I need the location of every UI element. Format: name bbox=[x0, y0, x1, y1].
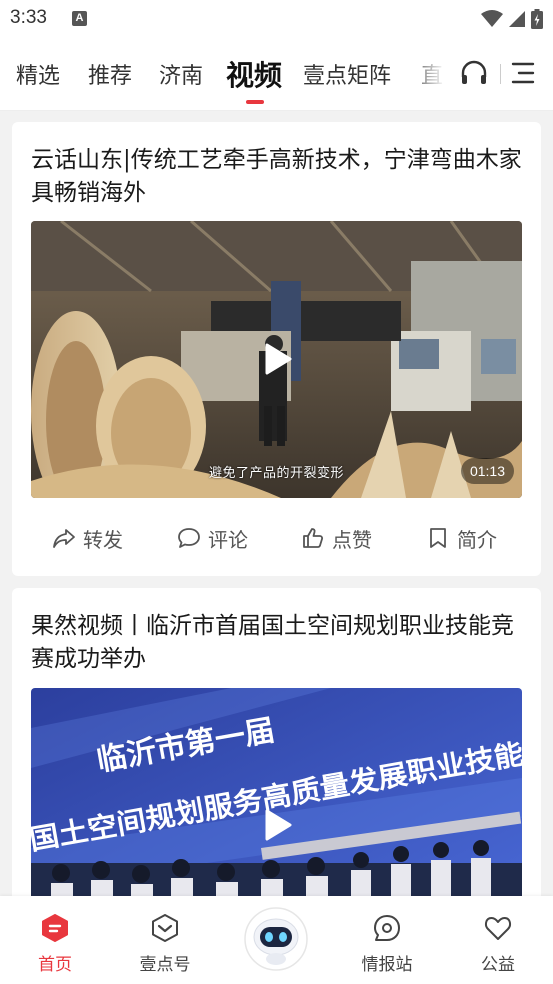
tab-yidian-juzhen[interactable]: 壹点矩阵 bbox=[303, 58, 391, 90]
thumbs-up-icon bbox=[303, 528, 324, 548]
play-icon[interactable] bbox=[260, 808, 294, 842]
video-title[interactable]: 云话山东|传统工艺牵手高新技术，宁津弯曲木家具畅销海外 bbox=[31, 144, 526, 210]
intro-button[interactable]: 简介 bbox=[426, 520, 497, 556]
signal-icon bbox=[509, 11, 525, 27]
status-bar: 3:33 A bbox=[0, 0, 553, 38]
video-subtitle: 避免了产品的开裂变形 bbox=[208, 466, 344, 481]
wifi-icon bbox=[481, 10, 503, 27]
share-button[interactable]: 转发 bbox=[52, 520, 123, 556]
video-duration: 01:13 bbox=[460, 458, 514, 484]
active-tab-indicator bbox=[246, 100, 264, 104]
nav-charity-label: 公益 bbox=[481, 955, 515, 975]
nav-yidianhao-label: 壹点号 bbox=[139, 955, 191, 975]
nav-charity[interactable]: 公益 bbox=[458, 896, 538, 984]
bookmark-icon bbox=[430, 528, 446, 548]
competition-scene-image: 临沂市第一届 国土空间规划服务高质量发展职业技能竞赛 bbox=[31, 688, 522, 918]
nav-intel-station-label: 情报站 bbox=[361, 955, 413, 975]
tabs-fade bbox=[405, 38, 445, 110]
robot-assistant-icon[interactable] bbox=[244, 907, 308, 971]
notification-a-icon: A bbox=[72, 11, 87, 26]
tab-jingxuan[interactable]: 精选 bbox=[16, 58, 60, 90]
tab-shipin[interactable]: 视频 bbox=[226, 54, 282, 94]
heart-icon bbox=[484, 917, 512, 940]
tab-divider bbox=[500, 64, 501, 84]
tab-jinan[interactable]: 济南 bbox=[159, 58, 203, 90]
video-thumbnail[interactable]: 临沂市第一届 国土空间规划服务高质量发展职业技能竞赛 bbox=[31, 688, 522, 918]
headset-icon[interactable] bbox=[459, 58, 489, 88]
like-button[interactable]: 点赞 bbox=[301, 520, 372, 556]
nav-home-label: 首页 bbox=[38, 955, 72, 975]
comment-icon bbox=[178, 528, 200, 548]
nav-home[interactable]: 首页 bbox=[15, 896, 95, 984]
like-label: 点赞 bbox=[332, 527, 372, 552]
video-card[interactable]: 云话山东|传统工艺牵手高新技术，宁津弯曲木家具畅销海外 避免了产品的开裂变形 0… bbox=[12, 122, 541, 576]
channel-tab-bar: 精选 推荐 济南 视频 壹点矩阵 直 bbox=[0, 38, 553, 111]
intro-label: 简介 bbox=[457, 527, 497, 552]
video-title[interactable]: 果然视频丨临沂市首届国土空间规划职业技能竞赛成功举办 bbox=[31, 610, 526, 676]
yidianhao-icon bbox=[152, 914, 178, 942]
play-icon[interactable] bbox=[260, 342, 294, 376]
channel-menu-icon[interactable] bbox=[511, 60, 535, 86]
home-icon bbox=[42, 914, 68, 942]
battery-icon bbox=[531, 9, 543, 29]
share-label: 转发 bbox=[83, 527, 123, 552]
video-thumbnail[interactable]: 避免了产品的开裂变形 01:13 bbox=[31, 221, 522, 498]
channel-tabs: 精选 推荐 济南 视频 壹点矩阵 直 bbox=[0, 38, 445, 110]
status-time: 3:33 bbox=[10, 7, 47, 28]
nav-intel-station[interactable]: 情报站 bbox=[347, 896, 427, 984]
intel-station-icon bbox=[374, 915, 400, 941]
video-card[interactable]: 果然视频丨临沂市首届国土空间规划职业技能竞赛成功举办 临沂市第一届 国土空间规划… bbox=[12, 588, 541, 918]
comment-label: 评论 bbox=[208, 527, 248, 552]
share-icon bbox=[53, 529, 75, 548]
nav-yidianhao[interactable]: 壹点号 bbox=[125, 896, 205, 984]
comment-button[interactable]: 评论 bbox=[177, 520, 248, 556]
status-indicators bbox=[481, 8, 543, 30]
card-actions: 转发 评论 点赞 简介 bbox=[12, 520, 541, 556]
tab-tuijian[interactable]: 推荐 bbox=[88, 58, 132, 90]
